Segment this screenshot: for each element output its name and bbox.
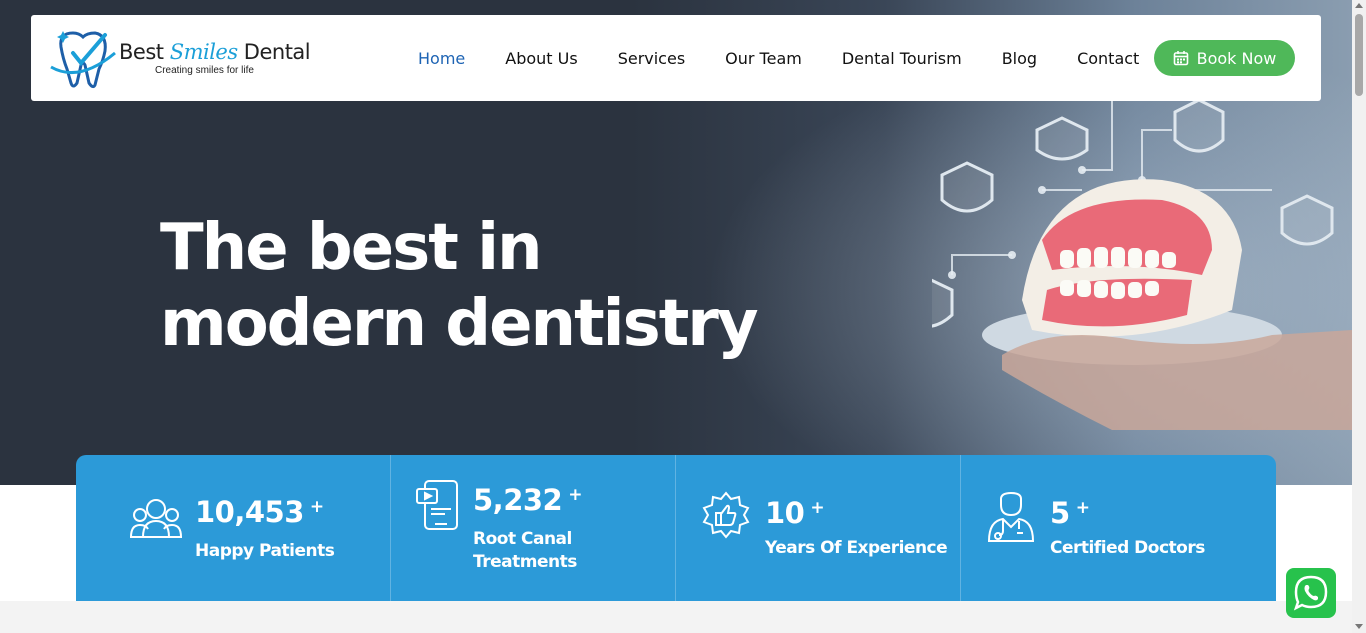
dentures-illustration xyxy=(932,100,1352,430)
stat-value: 10 + xyxy=(765,496,825,530)
footer-strip xyxy=(0,601,1352,633)
logo-wordmark: Best Smiles Dental xyxy=(119,40,311,64)
logo-tagline: Creating smiles for life xyxy=(155,65,254,76)
whatsapp-icon xyxy=(1293,575,1328,611)
stat-label: Certified Doctors xyxy=(1050,538,1205,558)
hero-title-line2: modern dentistry xyxy=(160,287,759,361)
nav-blog[interactable]: Blog xyxy=(1002,49,1037,68)
scrollbar-thumb[interactable] xyxy=(1355,14,1363,96)
book-now-label: Book Now xyxy=(1196,48,1277,68)
doctor-icon xyxy=(987,491,1035,542)
stat-value: 5,232 + xyxy=(473,483,582,517)
site-logo[interactable]: Best Smiles Dental Creating smiles for l… xyxy=(49,25,319,91)
whatsapp-button[interactable] xyxy=(1286,568,1336,618)
nav-home[interactable]: Home xyxy=(418,49,465,68)
stat-happy-patients: 10,453 + Happy Patients xyxy=(76,455,391,601)
stat-value: 10,453 + xyxy=(195,495,324,529)
stat-label: Happy Patients xyxy=(195,541,335,561)
scroll-up-arrow-icon[interactable] xyxy=(1355,3,1363,8)
tablet-video-icon xyxy=(416,480,458,530)
nav-services[interactable]: Services xyxy=(618,49,685,68)
nav-about-us[interactable]: About Us xyxy=(505,49,577,68)
site-header: Best Smiles Dental Creating smiles for l… xyxy=(31,15,1321,101)
nav-our-team[interactable]: Our Team xyxy=(725,49,802,68)
main-nav: Home About Us Services Our Team Dental T… xyxy=(418,15,1179,101)
tooth-logo-icon xyxy=(50,31,116,89)
stat-label: Years Of Experience xyxy=(765,538,948,558)
page-scrollbar[interactable] xyxy=(1352,0,1366,633)
nav-dental-tourism[interactable]: Dental Tourism xyxy=(842,49,962,68)
thumbs-up-badge-icon xyxy=(702,491,750,539)
nav-contact[interactable]: Contact xyxy=(1077,49,1139,68)
book-now-button[interactable]: Book Now xyxy=(1154,40,1295,76)
calendar-icon xyxy=(1173,51,1188,66)
stat-value: 5 + xyxy=(1050,496,1090,530)
patients-icon xyxy=(130,499,182,538)
hero-title-line1: The best in xyxy=(160,211,543,285)
stat-label: Root Canal Treatments xyxy=(473,529,577,572)
scroll-down-arrow-icon[interactable] xyxy=(1355,624,1363,629)
stat-years-experience: 10 + Years Of Experience xyxy=(676,455,961,601)
stat-certified-doctors: 5 + Certified Doctors xyxy=(961,455,1276,601)
stat-root-canal: 5,232 + Root Canal Treatments xyxy=(391,455,676,601)
stats-bar: 10,453 + Happy Patients 5,232 + Root Canal… xyxy=(76,455,1276,601)
hero-title: The best in modern dentistry xyxy=(160,210,759,362)
